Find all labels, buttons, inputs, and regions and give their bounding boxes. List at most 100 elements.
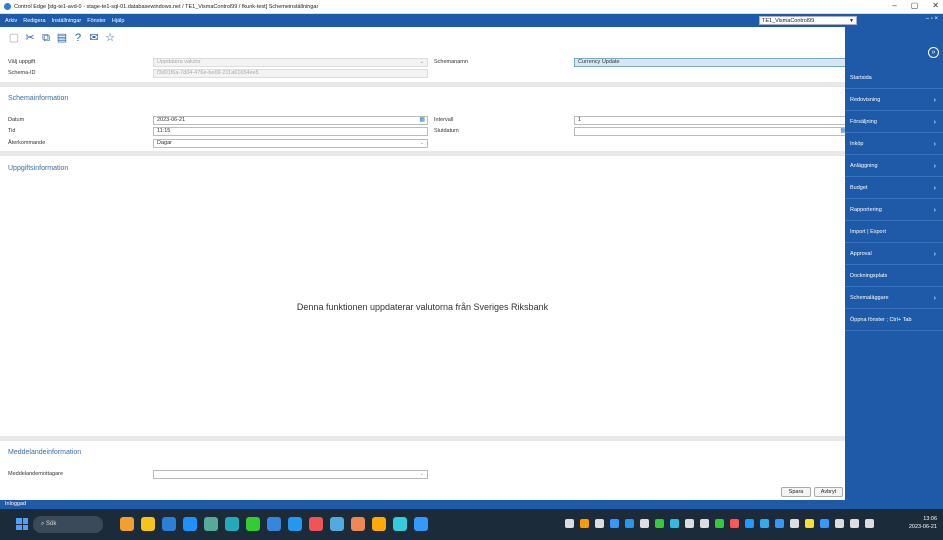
datum-input[interactable]: 2023-06-21 ▦ (153, 116, 428, 125)
tray-icon[interactable] (715, 519, 724, 528)
menu-fonster[interactable]: Fönster (87, 18, 106, 24)
meddelandemottagare-select[interactable]: ⌄ (153, 470, 428, 479)
taskbar-app-icon[interactable] (267, 517, 281, 531)
tray-icon[interactable] (760, 519, 769, 528)
taskbar-app-icon[interactable] (204, 517, 218, 531)
taskbar-app-icon[interactable] (141, 517, 155, 531)
menu-installningar[interactable]: Inställningar (52, 18, 82, 24)
tray-icon[interactable] (610, 519, 619, 528)
sidebar-item-label: Budget (850, 185, 868, 191)
tray-icon[interactable] (790, 519, 799, 528)
sidebar-item-label: Rapportering (850, 207, 882, 213)
collapse-panel-icon[interactable]: » (928, 47, 939, 58)
star-icon[interactable]: ☆ (104, 32, 116, 44)
datum-label: Datum (8, 117, 25, 123)
aterkommande-select[interactable]: Dagar ⌄ (153, 139, 428, 148)
slutdatum-input[interactable]: ▦ (574, 127, 849, 136)
window-controls: – ▢ ✕ (892, 1, 939, 10)
sidebar-item-redovisning[interactable]: Redovisning › (845, 90, 943, 111)
tray-icon[interactable] (850, 519, 859, 528)
taskbar-search[interactable]: ⌕ Sök (33, 516, 103, 533)
tray-icon[interactable] (805, 519, 814, 528)
taskbar-app-icon[interactable] (372, 517, 386, 531)
schema-id-label: Schema-ID (8, 70, 36, 76)
valj-uppgift-select[interactable]: Uppdatera valutor ⌄ (153, 58, 428, 67)
uppgiftsinformation-title: Uppgiftsinformation (8, 165, 69, 172)
tray-icon[interactable] (745, 519, 754, 528)
tray-icon[interactable] (700, 519, 709, 528)
company-select-value: TE1_VismaControl99 (762, 18, 815, 24)
maximize-button[interactable]: ▢ (911, 1, 919, 10)
taskbar-app-icon[interactable] (393, 517, 407, 531)
schemainformation-title: Schemainformation (8, 95, 69, 102)
sidebar-item-rapportering[interactable]: Rapportering › (845, 200, 943, 221)
save-icon[interactable]: ▢ (8, 32, 20, 44)
tray-icon[interactable] (625, 519, 634, 528)
tray-icon[interactable] (730, 519, 739, 528)
tray-icon[interactable] (865, 519, 874, 528)
tid-input[interactable]: 11:15 (153, 127, 428, 136)
comment-icon[interactable]: ✉ (88, 32, 100, 44)
save-button[interactable]: Spara (781, 487, 811, 497)
clock-time: 13:06 (923, 516, 937, 522)
schema-id-value: f3d01f6a-7d04-476e-be69-211a61654ee5 (157, 70, 259, 76)
windows-start-icon[interactable] (16, 518, 28, 530)
mdi-window-controls[interactable]: – ▫ × (926, 16, 938, 22)
taskbar-clock[interactable]: 13:06 2023-06-21 (909, 515, 937, 531)
tray-icon[interactable] (835, 519, 844, 528)
tray-icon[interactable] (580, 519, 589, 528)
taskbar-app-icon[interactable] (225, 517, 239, 531)
sidebar-item-approval[interactable]: Approval › (845, 244, 943, 265)
sidebar-item-oppna-fonster[interactable]: Öppna fönster ; Ctrl+ Tab (845, 310, 943, 331)
taskbar-app-icon[interactable] (246, 517, 260, 531)
tray-icon[interactable] (595, 519, 604, 528)
tray-icon[interactable] (670, 519, 679, 528)
sidebar-item-label: Anläggning (850, 163, 878, 169)
copy-icon[interactable]: ⧉ (40, 32, 52, 44)
task-description: Denna funktionen uppdaterar valutorna fr… (296, 302, 549, 312)
sidebar-item-import-export[interactable]: Import | Export (845, 222, 943, 243)
menu-hjalp[interactable]: Hjälp (112, 18, 125, 24)
schemanamn-input[interactable]: Currency Update (574, 58, 849, 67)
tray-icon[interactable] (565, 519, 574, 528)
taskbar-app-icon[interactable] (162, 517, 176, 531)
taskbar-app-icon[interactable] (288, 517, 302, 531)
company-select[interactable]: TE1_VismaControl99 ▼ (759, 16, 857, 25)
sidebar-item-startsida[interactable]: Startsida (845, 68, 943, 89)
paste-icon[interactable]: ▤ (56, 32, 68, 44)
chevron-right-icon: › (933, 119, 936, 126)
calendar-icon[interactable]: ▦ (419, 117, 425, 124)
sidebar-item-anlaggning[interactable]: Anläggning › (845, 156, 943, 177)
tray-icon[interactable] (655, 519, 664, 528)
taskbar-app-icon[interactable] (351, 517, 365, 531)
chevron-right-icon: › (933, 97, 936, 104)
cancel-button[interactable]: Avbryt (814, 487, 843, 497)
taskbar-apps (120, 517, 428, 531)
window-titlebar: Control Edge [stg-te1-avd-0 - stage-te1-… (0, 0, 943, 14)
taskbar-app-icon[interactable] (414, 517, 428, 531)
search-label: Sök (46, 521, 57, 527)
sidebar-item-label: Import | Export (850, 229, 886, 235)
intervall-input[interactable]: 1 (574, 116, 849, 125)
menu-redigera[interactable]: Redigera (23, 18, 45, 24)
tray-icon[interactable] (685, 519, 694, 528)
minimize-button[interactable]: – (892, 1, 896, 10)
taskbar-app-icon[interactable] (120, 517, 134, 531)
intervall-label: Intervall (434, 117, 454, 123)
aterkommande-value: Dagar (157, 140, 172, 146)
sidebar-item-inkop[interactable]: Inköp › (845, 134, 943, 155)
taskbar-app-icon[interactable] (330, 517, 344, 531)
tray-icon[interactable] (640, 519, 649, 528)
tray-icon[interactable] (820, 519, 829, 528)
menu-arkiv[interactable]: Arkiv (5, 18, 17, 24)
tray-icon[interactable] (775, 519, 784, 528)
taskbar-app-icon[interactable] (309, 517, 323, 531)
cut-icon[interactable]: ✂ (24, 32, 36, 44)
sidebar-item-schemalaggare[interactable]: Schemaläggare › (845, 288, 943, 309)
sidebar-item-budget[interactable]: Budget › (845, 178, 943, 199)
close-button[interactable]: ✕ (932, 1, 939, 10)
taskbar-app-icon[interactable] (183, 517, 197, 531)
sidebar-item-dockningsplats[interactable]: Dockningsplats (845, 266, 943, 287)
sidebar-item-forsaljning[interactable]: Försäljning › (845, 112, 943, 133)
help-icon[interactable]: ? (72, 32, 84, 44)
